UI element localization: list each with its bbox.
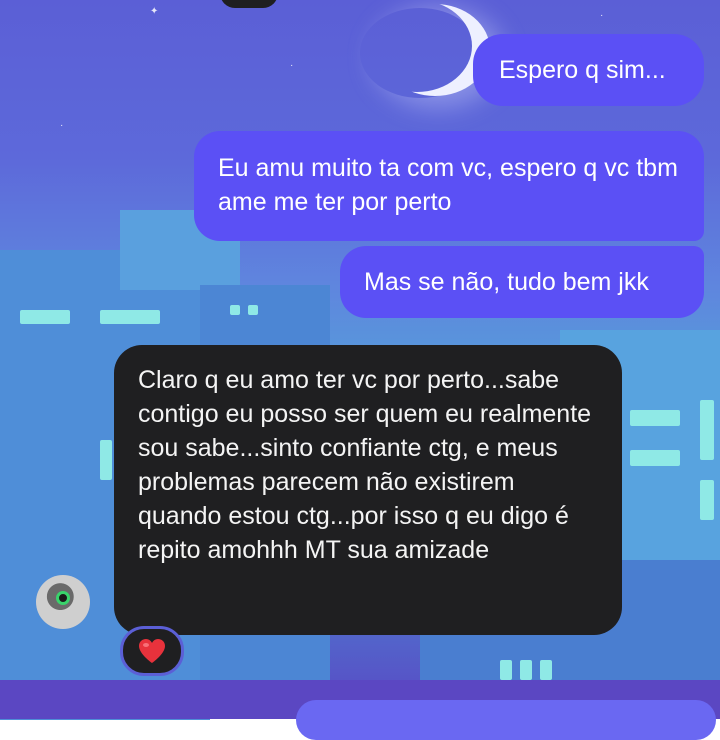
sent-message[interactable]: Espero q sim... — [473, 34, 704, 106]
moon-icon — [362, 0, 472, 92]
heart-icon — [139, 639, 165, 663]
star-icon: ✦ — [150, 6, 159, 17]
star-icon: · — [290, 60, 294, 71]
received-message[interactable]: Claro q eu amo ter vc por perto...sabe c… — [114, 345, 622, 635]
star-icon: · — [60, 120, 64, 131]
star-icon: · — [600, 10, 604, 21]
message-reaction[interactable] — [120, 626, 184, 676]
sent-message[interactable]: Eu amu muito ta com vc, espero q vc tbm … — [194, 131, 704, 241]
sent-message[interactable]: Mas se não, tudo bem jkk — [340, 246, 704, 318]
next-message-bubble — [296, 700, 716, 740]
contact-avatar[interactable] — [36, 575, 90, 629]
